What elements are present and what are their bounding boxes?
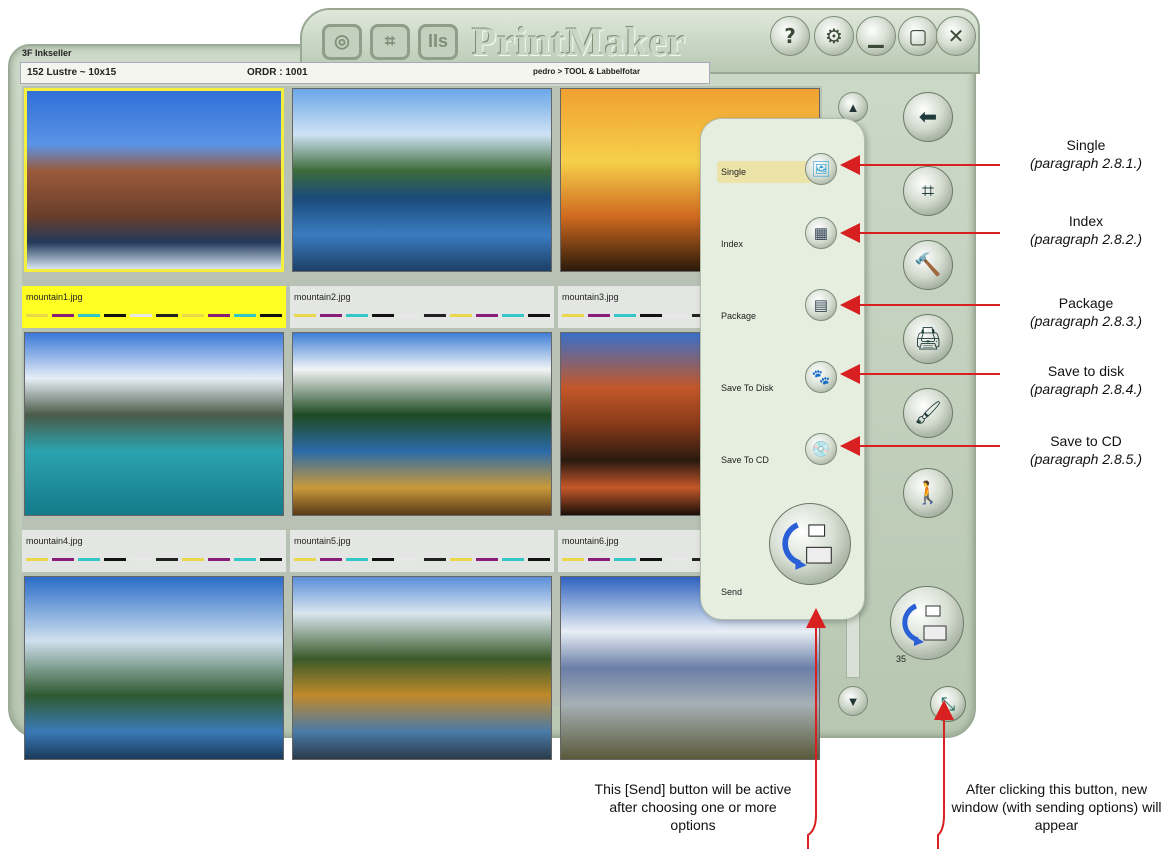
callout-save-to-cd: Save to CD (paragraph 2.8.5.) — [1029, 433, 1143, 467]
open-button-note: After clicking this button, new window (… — [951, 781, 1162, 833]
callout-single: Single (paragraph 2.8.1.) — [1029, 137, 1143, 171]
callout-save-to-disk: Save to disk (paragraph 2.8.4.) — [1029, 363, 1143, 397]
callout-package: Package (paragraph 2.8.3.) — [1029, 295, 1143, 329]
send-button-note: This [Send] button will be active after … — [594, 781, 792, 833]
arrow-send — [806, 608, 826, 849]
callout-index: Index (paragraph 2.8.2.) — [1029, 213, 1143, 247]
annotation-arrows — [806, 155, 1000, 849]
